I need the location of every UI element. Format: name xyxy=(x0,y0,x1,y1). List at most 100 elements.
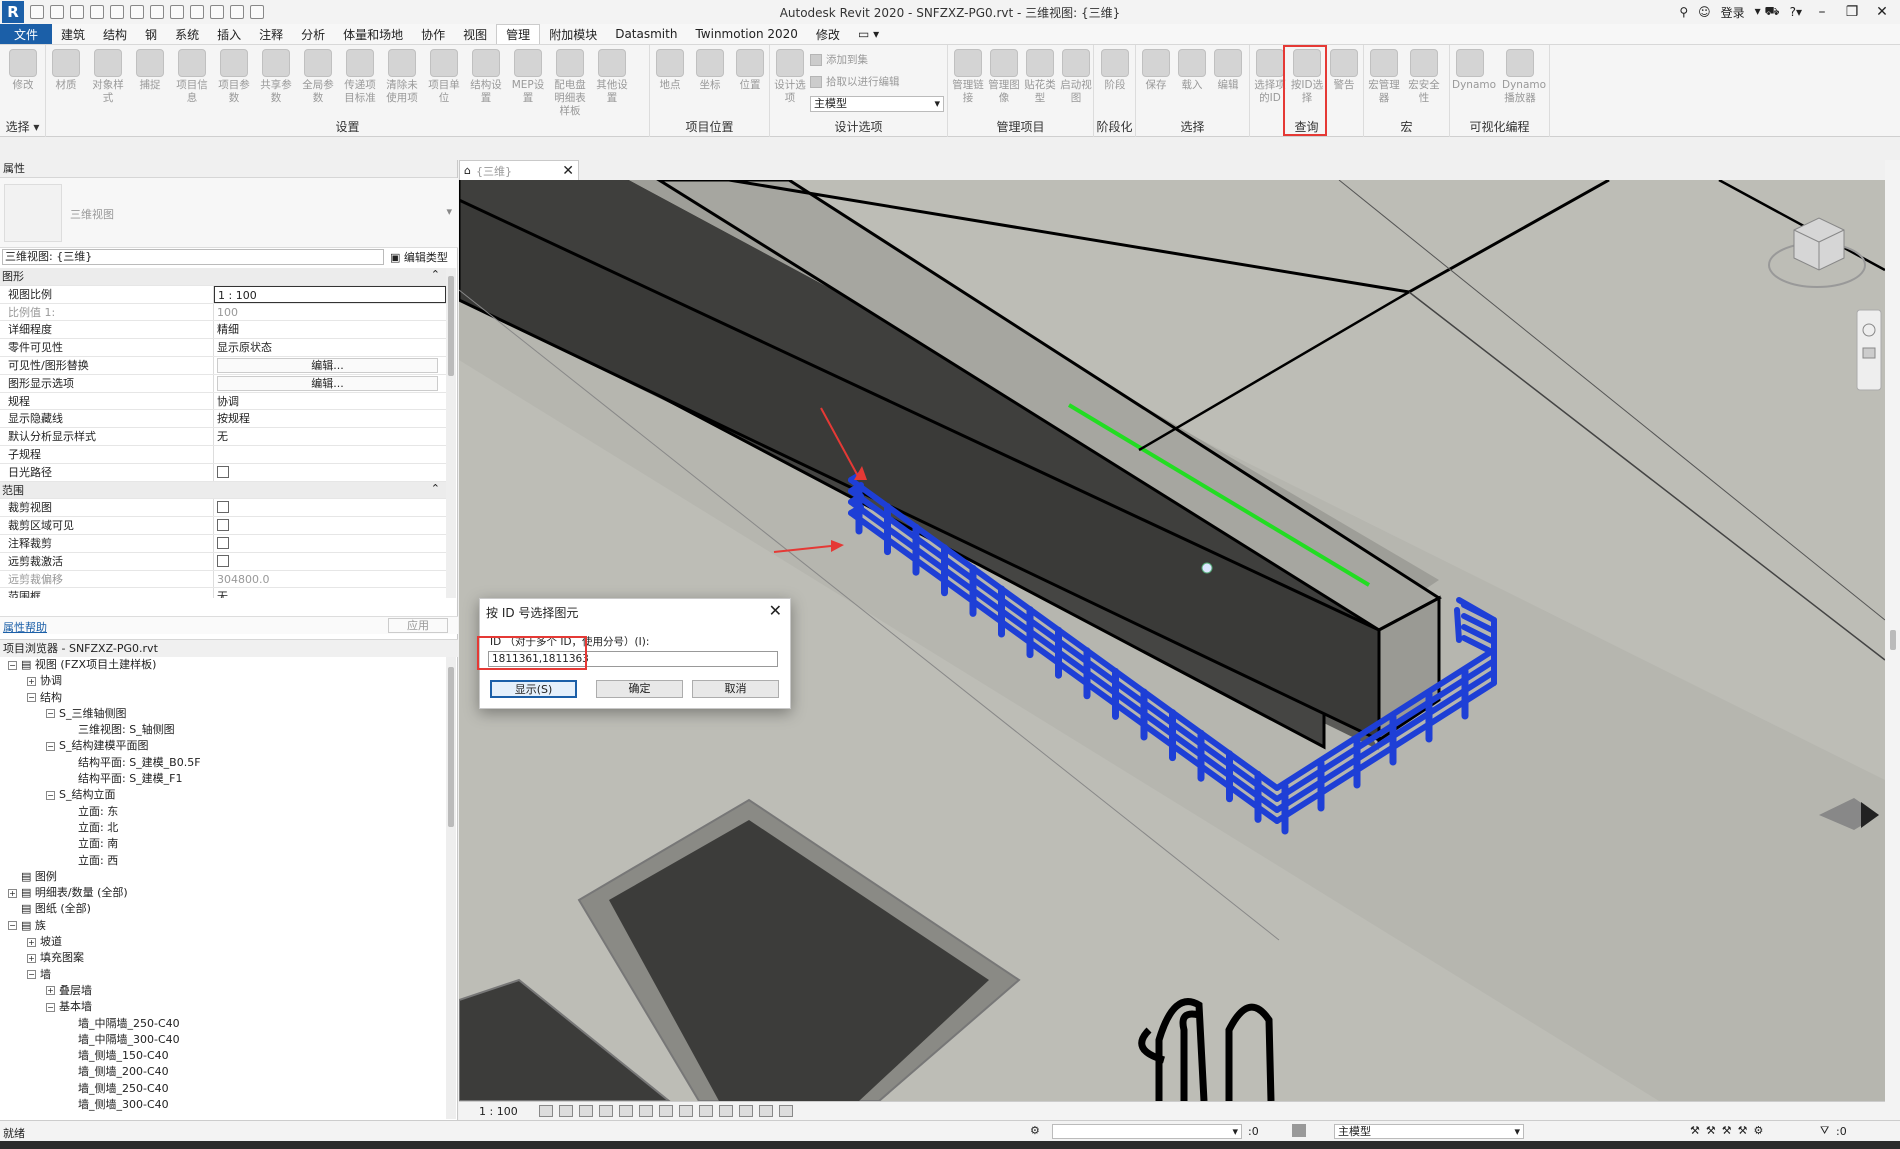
cart-icon[interactable]: ▾ ⛟ xyxy=(1755,4,1780,20)
pick-to-edit-button[interactable]: 拾取以进行编辑 xyxy=(810,74,900,89)
browser-node[interactable]: 立面: 北 xyxy=(0,820,446,836)
temp-view-properties-icon[interactable] xyxy=(739,1105,753,1117)
ribbon-button-p-manage-1[interactable]: 管理图像 xyxy=(986,49,1022,105)
redo-icon[interactable] xyxy=(110,5,124,19)
property-checkbox[interactable] xyxy=(217,554,229,567)
browser-node[interactable]: + 叠层墙 xyxy=(0,983,446,999)
property-value[interactable]: 1 : 100 xyxy=(214,285,446,303)
ribbon-button-p-selection-2[interactable]: 编辑 xyxy=(1210,49,1246,92)
ribbon-button-p-location-0[interactable]: 地点 xyxy=(652,49,688,92)
property-value[interactable]: 无 xyxy=(214,428,446,445)
binoculars-icon[interactable]: ⚲ xyxy=(1679,5,1688,19)
browser-node[interactable]: + ▤ 明细表/数量 (全部) xyxy=(0,885,446,901)
design-options-button[interactable]: 设计选项 xyxy=(772,49,808,105)
ribbon-button-p-manage-3[interactable]: 启动视图 xyxy=(1058,49,1094,105)
property-value[interactable]: 协调 xyxy=(214,393,446,410)
ribbon-button-p-selection-1[interactable]: 载入 xyxy=(1174,49,1210,92)
property-value[interactable]: 精细 xyxy=(214,321,446,338)
ribbon-button-p-visual-1[interactable]: Dynamo播放器 xyxy=(1502,49,1546,105)
edit-button[interactable]: 编辑... xyxy=(217,357,438,373)
ribbon-button-p-manage-0[interactable]: 管理链接 xyxy=(950,49,986,105)
ribbon-button-p-settings-1[interactable]: 对象样式 xyxy=(90,49,126,105)
property-checkbox[interactable] xyxy=(217,519,229,532)
expand-icon[interactable]: + xyxy=(27,676,36,686)
view-tab-3d[interactable]: ⌂ {三维} ✕ xyxy=(459,160,579,180)
properties-scroll-thumb[interactable] xyxy=(448,276,454,376)
tab-13[interactable]: Datasmith xyxy=(606,24,686,44)
tab-1[interactable]: 建筑 xyxy=(52,24,94,44)
apply-button[interactable]: 应用 xyxy=(388,618,448,633)
browser-node[interactable]: + 填充图案 xyxy=(0,950,446,966)
undo-icon[interactable] xyxy=(90,5,104,19)
shadows-icon[interactable] xyxy=(599,1105,613,1117)
3d-view-icon[interactable] xyxy=(210,5,224,19)
browser-node[interactable]: − S_结构建模平面图 xyxy=(0,738,446,754)
collapse-icon[interactable]: − xyxy=(27,693,36,703)
tab-6[interactable]: 注释 xyxy=(250,24,292,44)
filter-icon[interactable]: ⛛ xyxy=(1820,1124,1829,1138)
ribbon-button-p-settings-12[interactable]: 配电盘明细表样板 xyxy=(552,49,588,118)
measure-icon[interactable] xyxy=(150,5,164,19)
ribbon-button-p-manage-2[interactable]: 贴花类型 xyxy=(1022,49,1058,105)
tab-15[interactable]: 修改 xyxy=(807,24,849,44)
property-section[interactable]: 范围 ⌃ xyxy=(0,481,446,500)
tab-14[interactable]: Twinmotion 2020 xyxy=(686,24,806,44)
show-crop-icon[interactable] xyxy=(659,1105,673,1117)
tab-7[interactable]: 分析 xyxy=(292,24,334,44)
minimize-button[interactable]: – xyxy=(1812,4,1832,20)
ribbon-button-p-macros-0[interactable]: 宏管理器 xyxy=(1366,49,1402,105)
design-option-status-combo[interactable]: 主模型 ▾ xyxy=(1334,1124,1524,1139)
property-section[interactable]: 图形 ⌃ xyxy=(0,268,446,286)
collapse-icon[interactable]: ⌃ xyxy=(431,268,440,285)
render-icon[interactable] xyxy=(619,1105,633,1117)
property-checkbox[interactable] xyxy=(217,465,229,478)
tab-0[interactable]: 文件 xyxy=(0,24,53,44)
ok-button[interactable]: 确定 xyxy=(596,680,683,698)
phases-button[interactable]: 阶段 xyxy=(1097,49,1133,92)
worksharing-icon[interactable] xyxy=(759,1105,773,1117)
browser-node[interactable]: 墙_侧墙_250-C40 xyxy=(0,1081,446,1097)
modify-button[interactable]: 修改 xyxy=(5,49,41,92)
ribbon-button-p-settings-13[interactable]: 其他设置 xyxy=(594,49,630,105)
ribbon-button-p-location-2[interactable]: 位置 xyxy=(732,49,768,92)
property-checkbox[interactable] xyxy=(217,501,229,514)
close-button[interactable]: ✕ xyxy=(1872,4,1892,20)
expand-icon[interactable]: + xyxy=(46,986,55,996)
ribbon-button-p-inquiry-2[interactable]: 警告 xyxy=(1326,49,1362,92)
browser-node[interactable]: 墙_中隔墙_300-C40 xyxy=(0,1032,446,1048)
property-value[interactable]: 显示原状态 xyxy=(214,339,446,356)
collapse-icon[interactable]: − xyxy=(46,1002,55,1012)
property-value[interactable]: 无 xyxy=(214,588,446,598)
selection-toggle-icons[interactable]: ⚒⚒⚒⚒⚙ xyxy=(1690,1124,1769,1137)
type-selector[interactable]: 三维视图 ▾ xyxy=(0,178,458,248)
collapse-icon[interactable]: − xyxy=(46,709,55,719)
browser-node[interactable]: + 协调 xyxy=(0,673,446,689)
tab-4[interactable]: 系统 xyxy=(166,24,208,44)
open-icon[interactable] xyxy=(30,5,44,19)
ribbon-button-p-settings-4[interactable]: 项目参数 xyxy=(216,49,252,105)
show-button[interactable]: 显示(S) xyxy=(490,680,577,698)
collapse-icon[interactable]: ⌃ xyxy=(431,482,440,499)
browser-node[interactable]: − S_结构立面 xyxy=(0,787,446,803)
collapse-icon[interactable]: − xyxy=(8,660,17,670)
collapse-icon[interactable]: − xyxy=(27,970,36,980)
ribbon-button-p-macros-1[interactable]: 宏安全性 xyxy=(1406,49,1442,105)
switch-windows-icon[interactable] xyxy=(250,5,264,19)
text-icon[interactable] xyxy=(190,5,204,19)
collapse-icon[interactable]: − xyxy=(46,790,55,800)
ribbon-button-p-visual-0[interactable]: Dynamo xyxy=(1452,49,1496,92)
lock-3d-icon[interactable] xyxy=(679,1105,693,1117)
ribbon-button-p-settings-7[interactable]: 传递项目标准 xyxy=(342,49,378,105)
design-option-combo[interactable]: 主模型 ▾ xyxy=(810,96,944,112)
maximize-button[interactable]: ❐ xyxy=(1842,4,1862,20)
user-icon[interactable]: ☺ xyxy=(1698,5,1711,19)
edit-type-button[interactable]: ▣ 编辑类型 xyxy=(390,249,448,265)
view-scroll-thumb[interactable] xyxy=(1890,630,1896,650)
ribbon-button-p-settings-5[interactable]: 共享参数 xyxy=(258,49,294,105)
tab-12[interactable]: 附加模块 xyxy=(540,24,606,44)
ribbon-button-p-settings-10[interactable]: 结构设置 xyxy=(468,49,504,105)
select-panel-label[interactable]: 选择 ▾ xyxy=(0,118,45,135)
tab-2[interactable]: 结构 xyxy=(94,24,136,44)
browser-node[interactable]: − 结构 xyxy=(0,690,446,706)
browser-node[interactable]: ▤ 图纸 (全部) xyxy=(0,901,446,917)
